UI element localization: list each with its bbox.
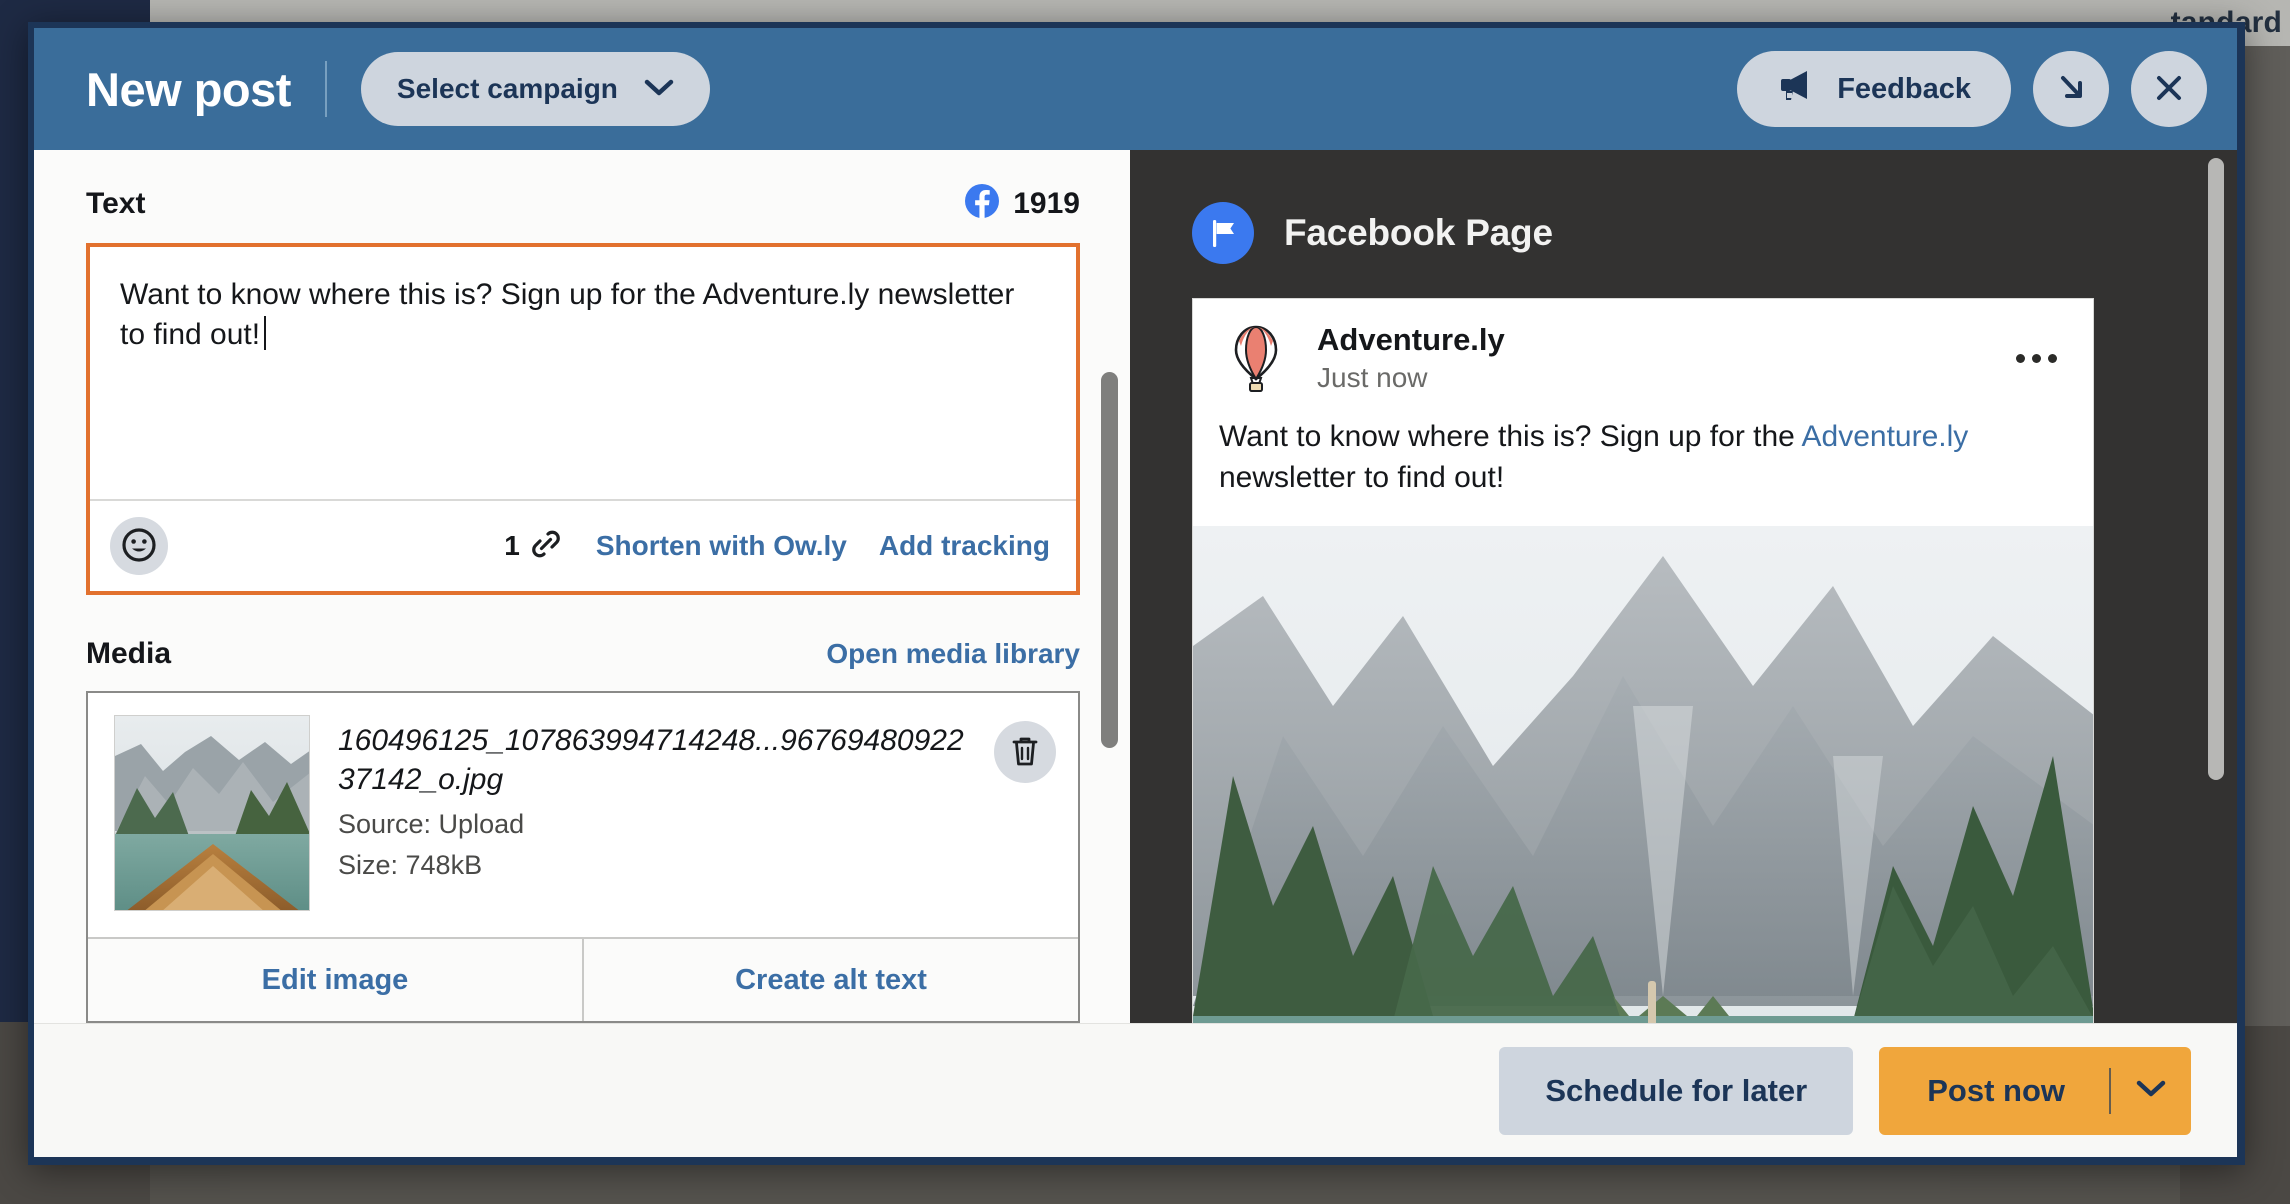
post-text-link[interactable]: Adventure.ly bbox=[1802, 420, 1969, 453]
hot-air-balloon-avatar bbox=[1219, 321, 1293, 395]
shorten-with-owly-link[interactable]: Shorten with Ow.ly bbox=[596, 530, 847, 562]
feedback-button[interactable]: Feedback bbox=[1737, 51, 2011, 127]
add-tracking-link[interactable]: Add tracking bbox=[879, 530, 1050, 562]
post-text-value: Want to know where this is? Sign up for … bbox=[120, 278, 1023, 351]
open-media-library-link[interactable]: Open media library bbox=[826, 638, 1080, 670]
link-icon bbox=[528, 526, 564, 567]
media-card-actions: Edit image Create alt text bbox=[88, 937, 1078, 1021]
preview-network-label: Facebook Page bbox=[1284, 212, 1553, 254]
composer-box: Want to know where this is? Sign up for … bbox=[86, 243, 1080, 595]
preview-pane: Facebook Page bbox=[1130, 150, 2237, 1023]
media-meta: 160496125_107863994714248...967694809223… bbox=[338, 715, 966, 911]
modal-body: Text 1919 Want to know where this is? Si… bbox=[34, 150, 2237, 1023]
chevron-down-icon bbox=[644, 73, 674, 105]
post-card-header: Adventure.ly Just now bbox=[1193, 299, 2093, 413]
text-caret bbox=[264, 316, 266, 350]
preview-network-header: Facebook Page bbox=[1192, 202, 2237, 264]
header-divider bbox=[325, 61, 327, 117]
character-count-value: 1919 bbox=[1013, 187, 1080, 221]
preview-scrollbar-thumb[interactable] bbox=[2208, 158, 2224, 780]
post-now-button[interactable]: Post now bbox=[1879, 1047, 2109, 1135]
media-section-label: Media bbox=[86, 637, 171, 671]
post-more-options-button[interactable] bbox=[2006, 344, 2067, 373]
post-author-block: Adventure.ly Just now bbox=[1317, 322, 2006, 394]
media-source: Source: Upload bbox=[338, 809, 966, 840]
media-card: 160496125_107863994714248...967694809223… bbox=[86, 691, 1080, 1023]
select-campaign-label: Select campaign bbox=[397, 73, 618, 105]
more-options-icon-dot2 bbox=[2032, 354, 2041, 363]
post-now-divider bbox=[2109, 1068, 2111, 1114]
select-campaign-button[interactable]: Select campaign bbox=[361, 52, 710, 126]
media-filename: 160496125_107863994714248...967694809223… bbox=[338, 721, 966, 799]
post-author-name: Adventure.ly bbox=[1317, 322, 2006, 358]
text-section-header: Text 1919 bbox=[86, 184, 1080, 223]
character-count-badge: 1919 bbox=[965, 184, 1080, 223]
create-alt-text-button[interactable]: Create alt text bbox=[584, 939, 1078, 1021]
facebook-page-flag-icon bbox=[1192, 202, 1254, 264]
chevron-down-icon bbox=[2135, 1078, 2167, 1103]
text-section-label: Text bbox=[86, 187, 145, 221]
preview-post-card: Adventure.ly Just now Want to know where… bbox=[1192, 298, 2094, 1023]
composer-toolbar: 1 Shorten with Ow.ly Add tracking bbox=[90, 499, 1076, 591]
delete-media-button[interactable] bbox=[994, 721, 1056, 783]
link-count-indicator: 1 bbox=[504, 526, 564, 567]
post-now-group: Post now bbox=[1879, 1047, 2191, 1135]
post-text-segment-after: newsletter to find out! bbox=[1219, 461, 1504, 494]
arrow-down-right-icon bbox=[2053, 70, 2089, 109]
emoji-smiley-icon bbox=[121, 527, 157, 566]
minimize-modal-button[interactable] bbox=[2033, 51, 2109, 127]
emoji-picker-button[interactable] bbox=[110, 517, 168, 575]
trash-icon bbox=[1009, 734, 1041, 771]
composer-scrollbar-thumb[interactable] bbox=[1101, 372, 1118, 748]
post-image[interactable] bbox=[1193, 526, 2093, 1023]
media-section-header: Media Open media library bbox=[86, 637, 1080, 671]
post-text-input[interactable]: Want to know where this is? Sign up for … bbox=[90, 247, 1076, 499]
feedback-label: Feedback bbox=[1837, 73, 1971, 106]
media-card-details: 160496125_107863994714248...967694809223… bbox=[88, 693, 1078, 937]
modal-header: New post Select campaign Feedback bbox=[34, 28, 2237, 150]
post-now-dropdown-button[interactable] bbox=[2111, 1047, 2191, 1135]
new-post-modal: New post Select campaign Feedback bbox=[34, 28, 2237, 1157]
page-title: New post bbox=[86, 62, 291, 117]
facebook-icon bbox=[965, 184, 999, 223]
close-modal-button[interactable] bbox=[2131, 51, 2207, 127]
more-options-icon-dot3 bbox=[2048, 354, 2057, 363]
post-text-segment-before: Want to know where this is? Sign up for … bbox=[1219, 420, 1802, 453]
post-timestamp: Just now bbox=[1317, 362, 2006, 394]
post-body-text: Want to know where this is? Sign up for … bbox=[1193, 413, 2093, 526]
preview-scrollbar[interactable] bbox=[2204, 150, 2228, 1023]
more-options-icon bbox=[2016, 354, 2025, 363]
edit-image-button[interactable]: Edit image bbox=[88, 939, 582, 1021]
preview-inner: Facebook Page bbox=[1130, 150, 2237, 1023]
link-count-value: 1 bbox=[504, 530, 520, 562]
modal-footer: Schedule for later Post now bbox=[34, 1023, 2237, 1157]
composer-scrollbar[interactable] bbox=[1096, 150, 1124, 1023]
composer-pane: Text 1919 Want to know where this is? Si… bbox=[34, 150, 1130, 1023]
new-post-modal-frame: New post Select campaign Feedback bbox=[28, 22, 2245, 1165]
media-thumbnail[interactable] bbox=[114, 715, 310, 911]
close-icon bbox=[2151, 70, 2187, 109]
megaphone-icon bbox=[1777, 68, 1815, 110]
schedule-for-later-button[interactable]: Schedule for later bbox=[1499, 1047, 1853, 1135]
media-size: Size: 748kB bbox=[338, 850, 966, 881]
